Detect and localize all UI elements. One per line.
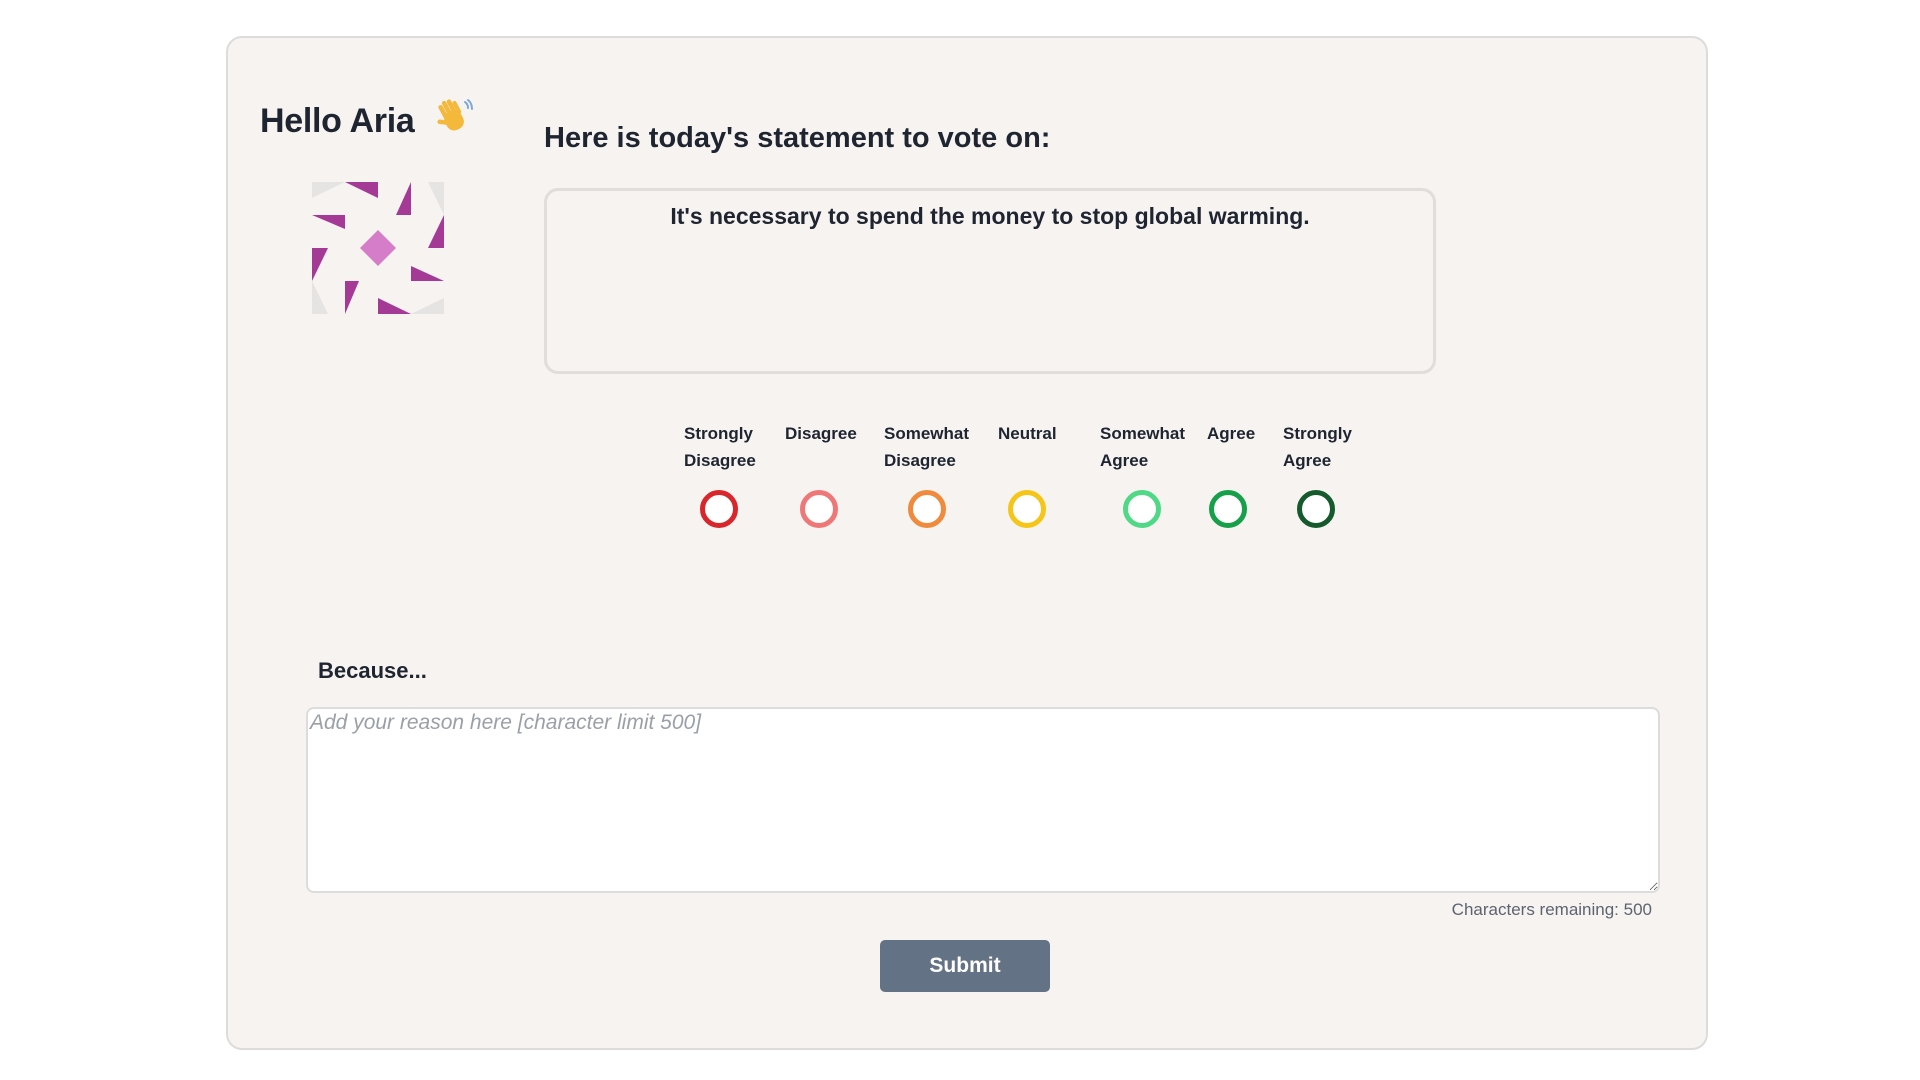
waving-hand-icon: [434, 96, 474, 145]
user-avatar: [312, 182, 444, 314]
submit-button[interactable]: Submit: [880, 940, 1050, 992]
radio-strongly-disagree[interactable]: [700, 490, 738, 528]
scale-label-agree: Agree: [1207, 424, 1256, 443]
scale-label-neutral: Neutral: [998, 424, 1057, 443]
radio-somewhat-disagree[interactable]: [908, 490, 946, 528]
scale-option-disagree[interactable]: Disagree: [785, 420, 857, 528]
statement-prompt-title: Here is today's statement to vote on:: [544, 122, 1051, 154]
scale-option-somewhat-disagree[interactable]: Somewhat Disagree: [884, 420, 970, 528]
radio-somewhat-agree[interactable]: [1123, 490, 1161, 528]
greeting-text: Hello Aria: [260, 102, 415, 140]
scale-option-somewhat-agree[interactable]: Somewhat Agree: [1100, 420, 1186, 528]
scale-option-strongly-agree[interactable]: Strongly Agree: [1283, 420, 1352, 528]
scale-option-neutral[interactable]: Neutral: [998, 420, 1057, 528]
statement-box: It's necessary to spend the money to sto…: [544, 188, 1436, 374]
agreement-scale: Strongly Disagree Disagree Somewhat Disa…: [684, 420, 1384, 540]
radio-neutral[interactable]: [1008, 490, 1046, 528]
scale-option-agree[interactable]: Agree: [1207, 420, 1256, 528]
radio-strongly-agree[interactable]: [1297, 490, 1335, 528]
scale-label-somewhat-disagree: Somewhat Disagree: [884, 424, 970, 470]
reason-textarea[interactable]: [306, 707, 1660, 893]
scale-label-disagree: Disagree: [785, 424, 857, 443]
vote-card: Hello Aria Here is today's statement to …: [226, 36, 1708, 1050]
because-label: Because...: [318, 658, 427, 683]
radio-disagree[interactable]: [800, 490, 838, 528]
statement-text: It's necessary to spend the money to sto…: [670, 203, 1310, 229]
scale-label-strongly-agree: Strongly Agree: [1283, 424, 1352, 470]
scale-option-strongly-disagree[interactable]: Strongly Disagree: [684, 420, 756, 528]
scale-label-somewhat-agree: Somewhat Agree: [1100, 424, 1186, 470]
radio-agree[interactable]: [1209, 490, 1247, 528]
scale-label-strongly-disagree: Strongly Disagree: [684, 424, 756, 470]
greeting-heading: Hello Aria: [260, 96, 474, 145]
characters-remaining-counter: Characters remaining: 500: [1451, 900, 1652, 919]
